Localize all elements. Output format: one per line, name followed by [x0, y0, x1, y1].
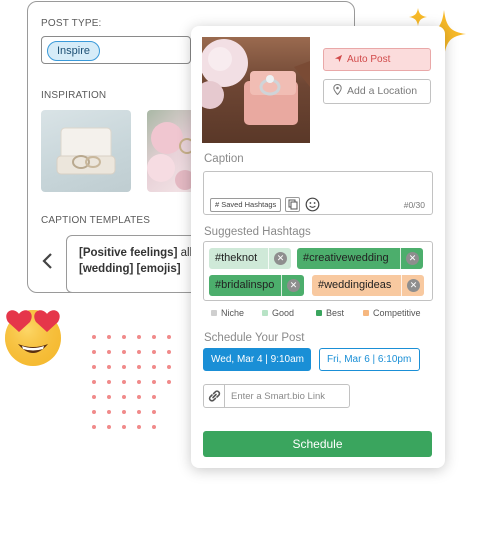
decorative-dot	[137, 335, 141, 339]
hashtag-text: #theknot	[215, 252, 258, 264]
decorative-dot	[92, 365, 96, 369]
legend-good: Good	[262, 308, 294, 318]
decorative-dot	[107, 380, 111, 384]
template-text: all	[177, 247, 193, 259]
legend-swatch	[316, 310, 322, 316]
decorative-dot	[107, 350, 111, 354]
date-option-1[interactable]: Wed, Mar 4 | 9:10am	[203, 348, 311, 371]
post-type-pill[interactable]: Inspire	[47, 41, 101, 61]
decorative-dot	[107, 395, 111, 399]
decorative-dot	[107, 365, 111, 369]
heart-eyes-emoji	[0, 302, 66, 368]
hashtag-chip[interactable]: #creativewedding ✕	[297, 248, 423, 269]
schedule-button[interactable]: Schedule	[203, 431, 432, 457]
date-option-2[interactable]: Fri, Mar 6 | 6:10pm	[319, 348, 420, 371]
legend-label: Niche	[221, 308, 245, 318]
legend-swatch	[211, 310, 217, 316]
decorative-dot	[107, 425, 111, 429]
decorative-dot	[92, 425, 96, 429]
legend-label: Competitive	[373, 308, 421, 318]
decorative-dot	[122, 425, 126, 429]
decorative-dot	[137, 380, 141, 384]
post-type-label: POST TYPE:	[41, 18, 102, 29]
close-icon[interactable]: ✕	[407, 279, 420, 292]
decorative-dot	[137, 410, 141, 414]
add-location-label: Add a Location	[347, 85, 418, 97]
decorative-dot	[167, 335, 171, 339]
copy-icon[interactable]	[285, 197, 300, 212]
smile-icon[interactable]	[305, 197, 320, 212]
auto-post-label: Auto Post	[347, 54, 391, 65]
close-icon[interactable]: ✕	[406, 252, 419, 265]
decorative-dot	[122, 395, 126, 399]
legend-niche: Niche	[211, 308, 244, 318]
suggested-hashtags-box: #theknot ✕ #creativewedding ✕ #bridalins…	[203, 241, 433, 301]
decorative-dot	[92, 410, 96, 414]
post-type-select[interactable]: Inspire	[41, 36, 191, 64]
decorative-dot	[107, 410, 111, 414]
legend-label: Best	[326, 308, 345, 318]
legend-swatch	[262, 310, 268, 316]
hashtag-chip[interactable]: #weddingideas ✕	[312, 275, 424, 296]
hashtag-text: #weddingideas	[318, 279, 392, 291]
template-tags: [wedding] [emojis]	[79, 263, 181, 275]
inspiration-label: INSPIRATION	[41, 90, 107, 101]
decorative-dot	[152, 335, 156, 339]
inspiration-thumb-1[interactable]	[41, 110, 131, 192]
decorative-dot	[152, 425, 156, 429]
add-location-button[interactable]: Add a Location	[323, 79, 431, 104]
decorative-dot	[152, 350, 156, 354]
decorative-dot-grid	[92, 335, 196, 445]
decorative-dot	[137, 350, 141, 354]
decorative-dot	[167, 380, 171, 384]
hashtag-text: #bridalinspo	[215, 279, 275, 291]
decorative-dot	[167, 350, 171, 354]
schedule-label: Schedule Your Post	[204, 332, 305, 344]
decorative-dot	[107, 335, 111, 339]
legend-best: Best	[316, 308, 344, 318]
link-icon	[204, 385, 225, 407]
hashtag-chip[interactable]: #bridalinspo ✕	[209, 275, 304, 296]
hashtag-chip[interactable]: #theknot ✕	[209, 248, 291, 269]
saved-hashtags-button[interactable]: # Saved Hashtags	[210, 198, 282, 212]
decorative-dot	[92, 335, 96, 339]
decorative-dot	[137, 395, 141, 399]
decorative-dot	[92, 395, 96, 399]
decorative-dot	[152, 410, 156, 414]
character-count: #0/30	[403, 200, 425, 210]
template-tag: [Positive feelings]	[79, 247, 178, 259]
decorative-dot	[167, 365, 171, 369]
decorative-dot	[137, 425, 141, 429]
smart-bio-link-field[interactable]	[203, 384, 350, 408]
decorative-dot	[122, 365, 126, 369]
hashtag-text: #creativewedding	[303, 252, 389, 264]
chevron-left-icon[interactable]	[41, 252, 53, 274]
decorative-dot	[92, 350, 96, 354]
legend-competitive: Competitive	[363, 308, 421, 318]
legend-swatch	[363, 310, 369, 316]
location-pin-icon	[333, 83, 342, 96]
post-photo[interactable]	[202, 37, 310, 143]
caption-label: Caption	[204, 153, 244, 165]
legend-label: Good	[272, 308, 295, 318]
decorative-dot	[92, 380, 96, 384]
close-icon[interactable]: ✕	[274, 252, 287, 265]
decorative-dot	[122, 380, 126, 384]
smart-bio-link-input[interactable]	[226, 385, 349, 407]
suggested-hashtags-label: Suggested Hashtags	[204, 226, 311, 238]
decorative-dot	[122, 335, 126, 339]
decorative-dot	[122, 410, 126, 414]
decorative-dot	[137, 365, 141, 369]
decorative-dot	[152, 380, 156, 384]
close-icon[interactable]: ✕	[287, 279, 300, 292]
post-composer-card: Auto Post Add a Location Caption # Saved…	[191, 26, 445, 468]
caption-templates-label: CAPTION TEMPLATES	[41, 215, 151, 226]
decorative-dot	[152, 395, 156, 399]
caption-textarea[interactable]: # Saved Hashtags #0/30	[203, 171, 433, 215]
decorative-dot	[122, 350, 126, 354]
auto-post-button[interactable]: Auto Post	[323, 48, 431, 71]
paper-plane-icon	[334, 54, 343, 63]
decorative-dot	[152, 365, 156, 369]
